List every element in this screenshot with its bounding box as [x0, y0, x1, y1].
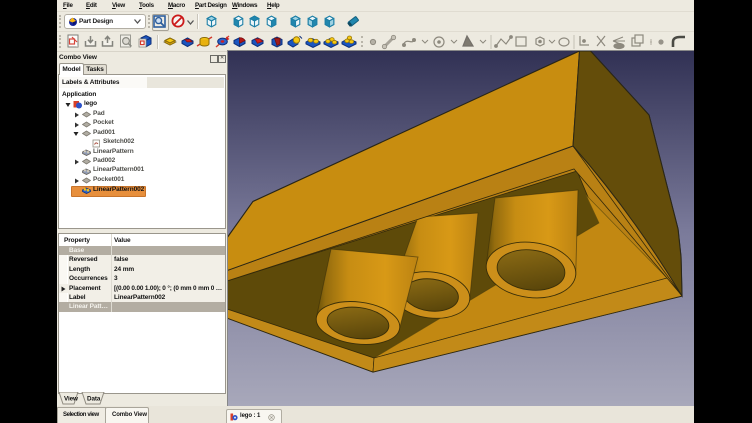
- svg-text:View: View: [64, 396, 78, 403]
- svg-text:Data: Data: [87, 396, 101, 403]
